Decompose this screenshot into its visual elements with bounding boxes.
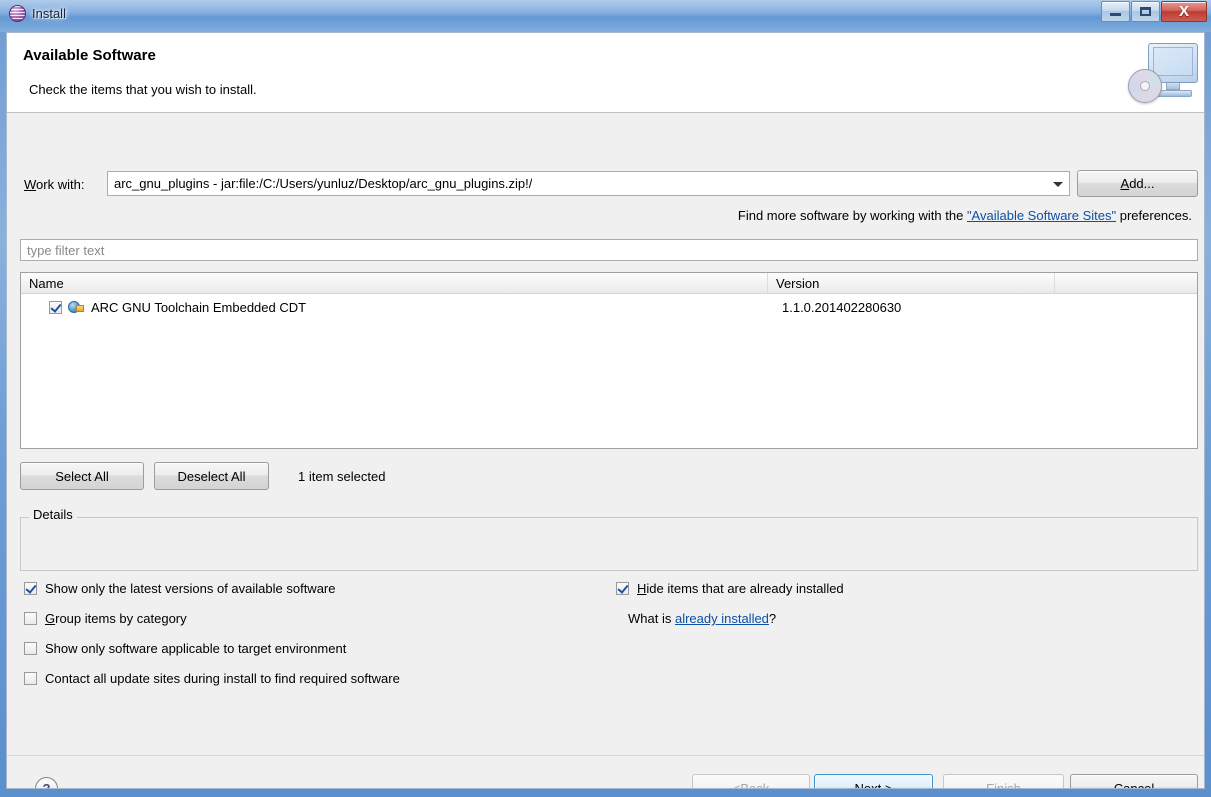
eclipse-icon: [9, 5, 26, 22]
what-is-suffix: ?: [768, 611, 777, 626]
checkbox-label: Show only the latest versions of availab…: [45, 581, 336, 596]
maximize-button[interactable]: [1131, 1, 1160, 22]
checkbox-label-rest: roup items by category: [55, 611, 187, 626]
available-software-sites-link[interactable]: "Available Software Sites": [967, 208, 1116, 223]
work-with-mnemonic: W: [24, 177, 37, 192]
close-button[interactable]: X: [1161, 1, 1207, 22]
deselect-all-button[interactable]: Deselect All: [154, 462, 269, 490]
work-with-combo[interactable]: arc_gnu_plugins - jar:file:/C:/Users/yun…: [107, 171, 1070, 196]
chevron-down-icon[interactable]: [1053, 181, 1063, 187]
available-software-table[interactable]: Name Version ARC GNU Toolchain Embedded …: [20, 272, 1198, 449]
back-button-rest: ack: [749, 780, 770, 789]
details-legend: Details: [29, 507, 77, 522]
details-group: [20, 517, 1198, 571]
page-title: Available Software: [23, 47, 156, 64]
maximize-icon: [1140, 7, 1151, 16]
checkbox-box[interactable]: [24, 672, 37, 685]
select-all-button[interactable]: Select All: [20, 462, 144, 490]
column-header-spare[interactable]: [1055, 273, 1197, 294]
footer-separator: [7, 755, 1204, 756]
monitor-neck: [1166, 83, 1180, 90]
row-version: 1.1.0.201402280630: [782, 299, 902, 315]
already-installed-link[interactable]: already installed: [675, 611, 769, 626]
finish-button-mnemonic: F: [986, 780, 995, 789]
find-more-suffix: preferences.: [1116, 208, 1192, 223]
checkbox-box[interactable]: [24, 582, 37, 595]
cd-hole: [1140, 81, 1150, 91]
selected-count-label: 1 item selected: [298, 469, 386, 484]
back-button-prefix: <: [732, 780, 741, 789]
back-button-mnemonic: B: [740, 780, 750, 789]
install-monitor-cd-icon: [1120, 39, 1200, 109]
feature-icon-tag: [76, 305, 84, 312]
column-header-version[interactable]: Version: [768, 273, 1055, 294]
table-header-row: Name Version: [21, 273, 1197, 294]
title-bar: Install X: [0, 0, 1211, 32]
filter-input[interactable]: type filter text: [20, 239, 1198, 261]
back-button[interactable]: < Back: [692, 774, 810, 789]
checkbox-label: Contact all update sites during install …: [45, 671, 400, 686]
work-with-label: Work with:: [24, 177, 84, 192]
checkbox-label: Hide items that are already installed: [637, 581, 844, 596]
table-row[interactable]: ARC GNU Toolchain Embedded CDT 1.1.0.201…: [21, 294, 1197, 320]
monitor-screen: [1153, 47, 1193, 76]
column-header-name[interactable]: Name: [21, 273, 768, 294]
work-with-label-rest: ork with:: [36, 177, 85, 192]
checkbox-show-latest-versions[interactable]: Show only the latest versions of availab…: [24, 581, 336, 596]
checkbox-label-rest: ide items that are already installed: [646, 581, 844, 596]
dialog-client-area: Available Software Check the items that …: [6, 32, 1205, 789]
close-icon: X: [1178, 3, 1189, 20]
checkbox-label-mnemonic: H: [637, 581, 647, 596]
what-is-prefix: What is: [628, 611, 675, 626]
checkbox-box[interactable]: [24, 612, 37, 625]
checkbox-group-items-by-category[interactable]: Group items by category: [24, 611, 187, 626]
checkbox-label-mnemonic: G: [45, 611, 56, 626]
checkbox-hide-already-installed[interactable]: Hide items that are already installed: [616, 581, 844, 596]
checkbox-contact-all-update-sites[interactable]: Contact all update sites during install …: [24, 671, 400, 686]
row-checkbox[interactable]: [49, 300, 62, 314]
window-title: Install: [32, 6, 66, 21]
feature-icon: [68, 299, 84, 315]
row-name: ARC GNU Toolchain Embedded CDT: [91, 299, 307, 315]
window-controls: X: [1100, 1, 1207, 22]
checkbox-box[interactable]: [24, 642, 37, 655]
work-with-value: arc_gnu_plugins - jar:file:/C:/Users/yun…: [114, 176, 533, 191]
find-more-prefix: Find more software by working with the: [737, 208, 967, 223]
next-button[interactable]: Next >: [814, 774, 933, 788]
help-icon[interactable]: ?: [35, 777, 58, 788]
checkbox-label: Show only software applicable to target …: [45, 641, 347, 656]
filter-placeholder: type filter text: [27, 242, 105, 258]
cd-disc-icon: [1128, 69, 1162, 103]
title-bar-left: Install: [9, 5, 66, 22]
checkbox-label: Group items by category: [45, 611, 187, 626]
add-button[interactable]: Add...: [1077, 170, 1198, 197]
minimize-button[interactable]: [1101, 1, 1130, 22]
minimize-icon: [1110, 13, 1121, 16]
add-button-label-rest: dd...: [1129, 176, 1155, 191]
checkbox-show-applicable-to-target[interactable]: Show only software applicable to target …: [24, 641, 346, 656]
checkbox-box[interactable]: [616, 582, 629, 595]
what-is-already-installed-text: What is already installed?: [628, 611, 776, 626]
add-button-mnemonic: A: [1120, 176, 1130, 191]
finish-button-rest: inish: [994, 780, 1021, 789]
cancel-button[interactable]: Cancel: [1070, 774, 1198, 788]
wizard-banner: Available Software Check the items that …: [7, 33, 1204, 113]
finish-button[interactable]: Finish: [943, 774, 1064, 789]
find-more-software-text: Find more software by working with the "…: [738, 208, 1192, 223]
install-dialog-window: Install X Available Software Check the i…: [0, 0, 1211, 797]
page-subtitle: Check the items that you wish to install…: [29, 82, 257, 97]
